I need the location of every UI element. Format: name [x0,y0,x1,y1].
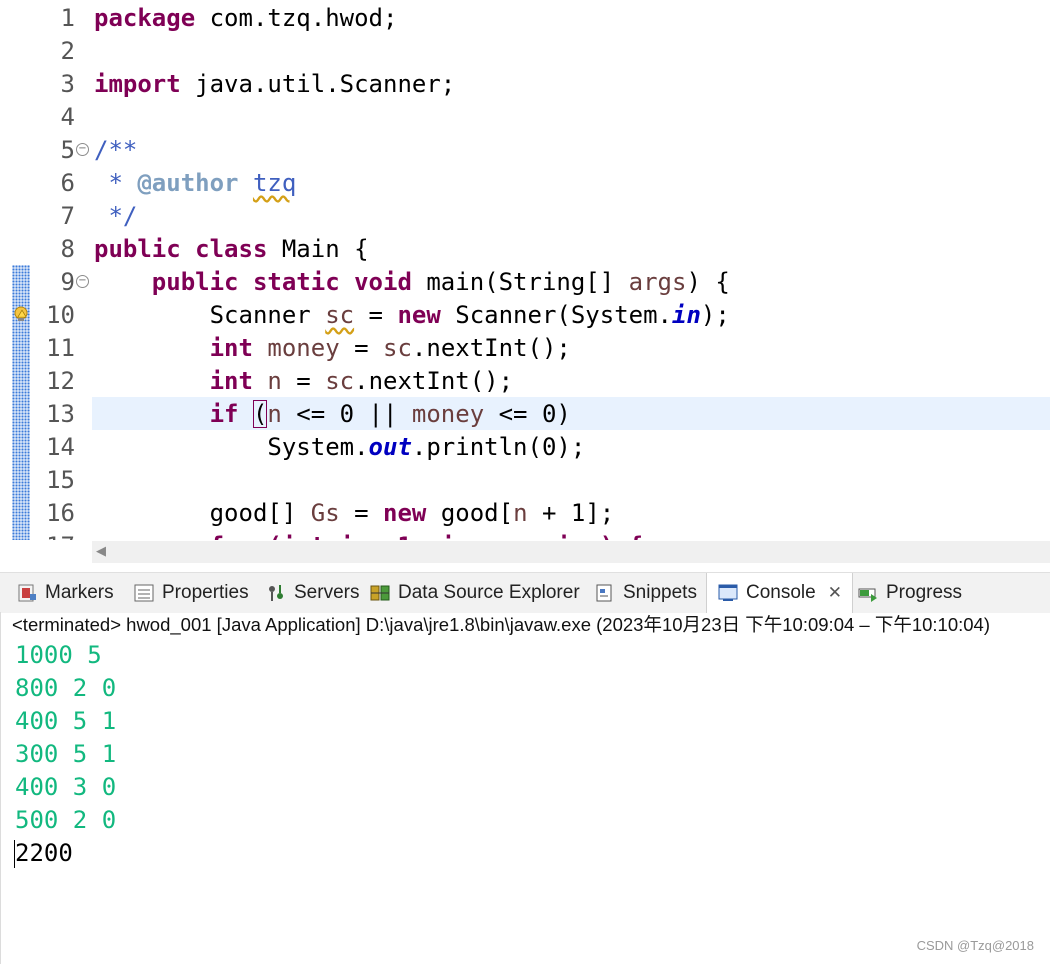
tab-console[interactable]: Console ✕ [706,573,853,613]
text-caret [14,840,15,868]
code-line-6[interactable]: * @author tzq [94,167,296,200]
tab-progress-label: Progress [886,582,963,603]
code-editor[interactable]: 1 2 3 4 5 6 7 8 9 10 11 12 13 14 15 16 1… [0,0,1050,540]
line-number: 14 [46,433,75,461]
line-number: 17 [30,530,75,540]
line-number: 11 [46,334,75,362]
tab-markers[interactable]: Markers [16,573,114,613]
progress-icon [857,582,879,604]
console-input-line: 400 3 0 [15,773,117,801]
properties-icon [133,582,155,604]
tab-properties-label: Properties [162,582,249,603]
overview-ruler [0,0,12,540]
horizontal-scrollbar[interactable] [92,541,1050,563]
line-number: 1 [60,4,75,32]
line-number: 10 [46,301,75,329]
console-status-header: <terminated> hwod_001 [Java Application]… [12,614,991,635]
markers-icon [16,582,38,604]
console-output-result: 2200 [15,839,73,867]
tab-servers[interactable]: Servers [265,573,359,613]
code-line-1[interactable]: package com.tzq.hwod; [94,2,397,35]
line-number: 12 [46,367,75,395]
tab-data-source-explorer-label: Data Source Explorer [398,582,580,603]
line-number: 3 [60,70,75,98]
code-line-3[interactable]: import java.util.Scanner; [94,68,455,101]
tab-snippets-label: Snippets [623,582,697,603]
tab-progress[interactable]: Progress [857,573,962,613]
tab-data-source-explorer[interactable]: Data Source Explorer [369,573,580,613]
code-line-8[interactable]: public class Main { [94,233,369,266]
console-input-line: 400 5 1 [15,707,117,735]
database-icon [369,582,391,604]
code-line-14[interactable]: System.out.println(0); [94,431,585,464]
code-line-9[interactable]: public static void main(String[] args) { [94,266,730,299]
line-number: 8 [60,235,75,263]
code-line-13[interactable]: if (n <= 0 || money <= 0) [94,398,571,431]
tab-markers-label: Markers [45,582,114,603]
console-input-line: 1000 5 [15,641,102,669]
servers-icon [265,582,287,604]
console-icon [717,582,739,604]
code-line-10[interactable]: Scanner sc = new Scanner(System.in); [94,299,730,332]
snippets-icon [594,582,616,604]
code-line-11[interactable]: int money = sc.nextInt(); [94,332,571,365]
tab-console-label: Console [746,582,816,603]
line-number: 5 [60,136,75,164]
console-input-line: 800 2 0 [15,674,117,702]
line-number: 9 [60,268,75,296]
console-output-area[interactable] [0,638,1050,964]
line-number: 15 [46,466,75,494]
fold-collapse-icon[interactable]: − [76,275,89,288]
tab-snippets[interactable]: Snippets [594,573,697,613]
line-number: 2 [60,37,75,65]
line-number: 7 [60,202,75,230]
view-tab-bar: Markers Properties Servers Data Source E… [0,572,1050,613]
line-number: 16 [46,499,75,527]
tab-servers-label: Servers [294,582,360,603]
console-input-line: 300 5 1 [15,740,117,768]
editor-gutter-bottom [0,540,92,564]
code-line-17-partial[interactable]: for (int i = 1; i <= n; i++) { [94,530,643,540]
code-line-7[interactable]: */ [94,200,137,233]
code-line-16[interactable]: good[] Gs = new good[n + 1]; [94,497,615,530]
code-line-5[interactable]: /** [94,134,137,167]
fold-collapse-icon[interactable]: − [76,143,89,156]
watermark: CSDN @Tzq@2018 [916,938,1034,953]
line-number: 4 [60,103,75,131]
code-line-12[interactable]: int n = sc.nextInt(); [94,365,513,398]
console-input-line: 500 2 0 [15,806,117,834]
line-number: 13 [46,400,75,428]
close-icon[interactable]: ✕ [828,583,842,603]
warning-lightbulb-icon[interactable] [12,305,30,323]
line-number: 6 [60,169,75,197]
tab-properties[interactable]: Properties [133,573,249,613]
scroll-left-arrow-icon[interactable]: ◀ [96,544,106,559]
